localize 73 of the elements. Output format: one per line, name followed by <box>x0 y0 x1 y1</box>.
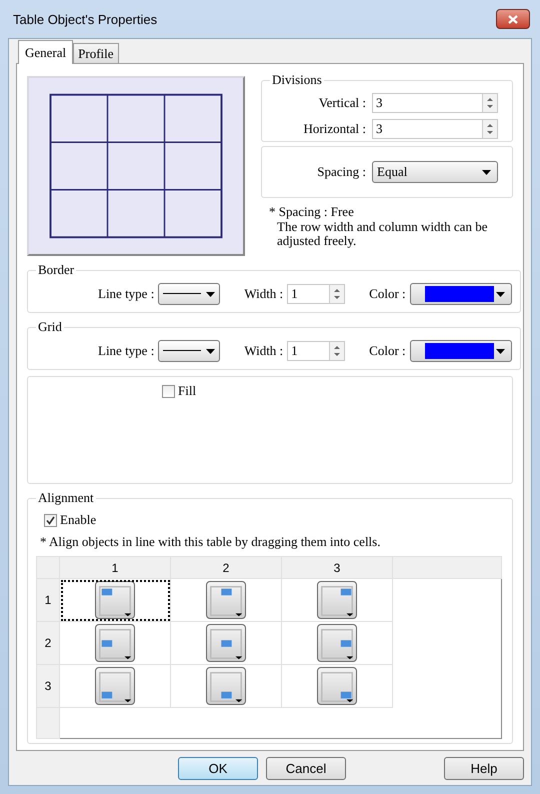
row-header: 3 <box>36 664 60 708</box>
close-icon <box>508 14 518 24</box>
alignment-button[interactable] <box>95 667 135 705</box>
width-label: Width : <box>244 286 284 302</box>
caret-icon <box>206 292 216 296</box>
table-cell[interactable] <box>170 664 282 708</box>
window-title: Table Object's Properties <box>13 12 158 26</box>
fill-checkbox[interactable] <box>162 384 175 398</box>
spin-arrows-icon[interactable] <box>333 344 342 358</box>
column-header: 1 <box>60 556 170 578</box>
alignment-button[interactable] <box>317 581 357 619</box>
enable-label: Enable <box>60 512 96 528</box>
row-header: 1 <box>36 578 60 622</box>
alignment-button[interactable] <box>206 667 246 705</box>
horizontal-label: Horizontal : <box>302 121 366 137</box>
enable-checkbox[interactable] <box>44 514 57 526</box>
spin-arrows-icon[interactable] <box>333 287 342 301</box>
alignment-button[interactable] <box>206 581 246 619</box>
group-title: Border <box>37 262 76 278</box>
line-type-label: Line type : <box>98 343 154 359</box>
table-cell[interactable] <box>60 578 170 622</box>
alignment-button[interactable] <box>95 581 135 619</box>
dialog-button[interactable]: Help <box>444 756 524 780</box>
spin-arrows-icon[interactable] <box>486 96 494 110</box>
note-title: * Spacing : Free <box>269 204 355 220</box>
alignment-button[interactable] <box>317 667 357 705</box>
solid-line-icon <box>163 293 202 295</box>
close-button[interactable] <box>496 9 530 29</box>
line-type-dropdown[interactable] <box>158 283 220 305</box>
table-cell[interactable] <box>170 578 282 622</box>
tab[interactable]: General <box>18 40 74 64</box>
width-label: Width : <box>244 343 284 359</box>
color-label: Color : <box>369 343 406 359</box>
alignment-button[interactable] <box>95 624 135 662</box>
number-field[interactable]: 3 <box>372 119 498 139</box>
color-dropdown[interactable] <box>410 283 512 305</box>
group-title: Alignment <box>37 490 95 506</box>
caret-icon <box>206 348 216 354</box>
table-cell[interactable] <box>60 622 170 664</box>
alignment-button[interactable] <box>206 624 246 662</box>
fill-label: Fill <box>178 383 196 399</box>
color-label: Color : <box>369 286 406 302</box>
table-cell[interactable] <box>282 664 392 708</box>
alignment-button[interactable] <box>317 624 357 662</box>
dialog-button[interactable]: OK <box>178 756 258 780</box>
check-icon <box>46 516 55 524</box>
number-field[interactable]: 3 <box>372 93 498 113</box>
table-cell[interactable] <box>60 664 170 708</box>
table-cell[interactable] <box>170 622 282 664</box>
dialog-button[interactable]: Cancel <box>266 756 346 780</box>
number-field[interactable]: 1 <box>287 284 346 304</box>
column-header: 2 <box>170 556 282 578</box>
table-cell[interactable] <box>282 578 392 622</box>
alignment-note: * Align objects in line with this table by dragging them into cells. <box>40 534 382 550</box>
spacing-dropdown[interactable]: Equal <box>372 161 498 183</box>
vertical-label: Vertical : <box>318 95 366 111</box>
color-dropdown[interactable] <box>410 340 512 362</box>
number-field[interactable]: 1 <box>287 341 346 361</box>
spin-arrows-icon[interactable] <box>486 122 494 136</box>
group-title: Grid <box>37 319 63 335</box>
column-header: 3 <box>282 556 392 578</box>
caret-icon <box>496 292 505 296</box>
solid-line-icon <box>163 350 202 352</box>
table-cell[interactable] <box>282 622 392 664</box>
line-type-dropdown[interactable] <box>158 340 220 362</box>
row-header: 2 <box>36 622 60 664</box>
tab[interactable]: Profile <box>73 43 119 63</box>
caret-icon <box>482 170 491 174</box>
group-title: Divisions <box>271 72 323 88</box>
spacing-label: Spacing : <box>316 164 366 180</box>
note-text: The row width and column width can be adjusted freely. <box>276 220 488 248</box>
caret-icon <box>496 348 505 354</box>
line-type-label: Line type : <box>98 286 154 302</box>
